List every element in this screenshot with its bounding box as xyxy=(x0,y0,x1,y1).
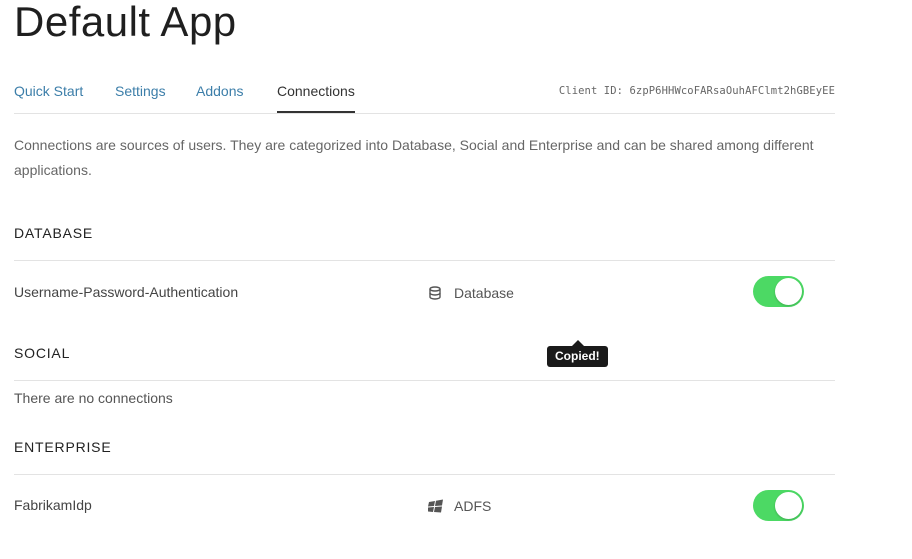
page-title: Default App xyxy=(14,0,237,45)
database-section-heading: DATABASE xyxy=(14,225,94,241)
windows-icon xyxy=(427,499,443,513)
social-empty-message: There are no connections xyxy=(14,390,173,406)
connection-type: Database xyxy=(428,285,514,301)
divider xyxy=(14,260,835,261)
connections-description: Connections are sources of users. They a… xyxy=(14,137,814,178)
connection-type-label: Database xyxy=(454,285,514,301)
social-section-heading: SOCIAL xyxy=(14,345,71,361)
tab-bar: Quick Start Settings Addons Connections … xyxy=(14,82,835,114)
client-id-text[interactable]: Client ID: 6zpP6HHWcoFARsaOuhAFClmt2hGBE… xyxy=(559,85,835,97)
application-connections-page: Default App Quick Start Settings Addons … xyxy=(0,0,912,559)
enterprise-connection-toggle[interactable] xyxy=(753,490,804,521)
tab-connections[interactable]: Connections xyxy=(277,82,355,113)
enterprise-section-heading: ENTERPRISE xyxy=(14,439,112,455)
tab-settings[interactable]: Settings xyxy=(115,82,166,100)
connection-name: Username-Password-Authentication xyxy=(14,284,239,300)
connection-type-label: ADFS xyxy=(454,498,492,514)
database-connection-toggle[interactable] xyxy=(753,276,804,307)
connection-type: ADFS xyxy=(427,498,492,514)
tab-addons[interactable]: Addons xyxy=(196,82,243,100)
copied-tooltip: Copied! xyxy=(547,346,608,367)
connection-name: FabrikamIdp xyxy=(14,497,92,513)
divider xyxy=(14,380,835,381)
database-icon xyxy=(428,286,442,300)
divider xyxy=(14,474,835,475)
toggle-knob xyxy=(775,492,802,519)
toggle-knob xyxy=(775,278,802,305)
tab-quick-start[interactable]: Quick Start xyxy=(14,82,83,100)
